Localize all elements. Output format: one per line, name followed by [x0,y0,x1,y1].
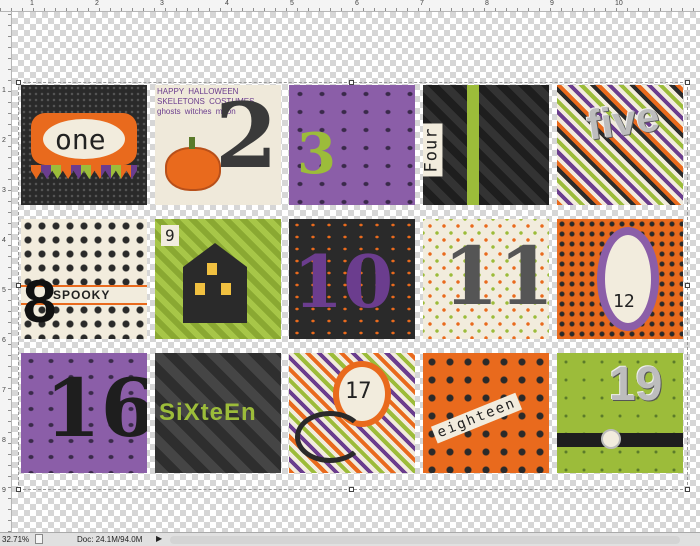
label-two: 2 [215,85,278,189]
tile-three: 3 [289,85,415,205]
ruler-mark: 7 [2,387,6,394]
label-eleven: 11 [443,229,549,323]
ruler-mark: 1 [30,0,34,7]
tile-ten: 10 [289,219,415,339]
transform-handle[interactable] [685,80,690,85]
ruler-mark: 2 [2,137,6,144]
label-nine: 9 [161,225,179,246]
ruler-mark: 2 [95,0,99,7]
label-sixteen: SiXteEn [159,399,257,426]
horizontal-ruler[interactable]: 1 2 3 4 5 6 7 8 9 10 [0,0,700,12]
tile-seventeen: 17 [289,353,415,473]
ruler-mark: 5 [290,0,294,7]
ruler-mark: 3 [2,187,6,194]
ruler-mark: 8 [2,437,6,444]
label-eighteen: eighteen [430,392,523,444]
ruler-mark: 4 [2,237,6,244]
document-canvas[interactable]: one HAPPY HALLOWEEN SKELETONS COSTUMES g… [12,12,700,532]
label-four: Four [423,123,443,177]
horizontal-scrollbar[interactable] [170,536,680,544]
label-five: five [584,92,663,149]
ruler-mark: 7 [420,0,424,7]
label-eight: 8 [23,268,57,335]
ruler-mark: 6 [2,337,6,344]
label-nineteen: 19 [609,358,663,411]
photoshop-window: 1 2 3 4 5 6 7 8 9 10 1 2 3 4 5 6 7 8 9 o… [0,0,700,546]
ruler-mark: 6 [355,0,359,7]
transform-handle[interactable] [685,283,690,288]
tile-four: Four [423,85,549,205]
tile-sixteen: SiXteEn [155,353,281,473]
ruler-mark: 1 [2,87,6,94]
tile-eleven: 11 [423,219,549,339]
zoom-level[interactable]: 32.71% [2,535,29,544]
label-seventeen: 17 [345,379,372,404]
label-ten: 10 [293,239,394,324]
tile-one: one [21,85,147,205]
ruler-mark: 5 [2,287,6,294]
ruler-mark: 9 [2,487,6,494]
tile-sixteen-bats: 16 [21,353,147,473]
label-three: 3 [297,121,336,187]
transform-handle[interactable] [16,487,21,492]
label-bats-number: 16 [45,361,147,455]
label-one: one [55,123,106,156]
tile-twelve: 12 [557,219,683,339]
doc-size[interactable]: Doc: 24.1M/94.0M [77,535,142,544]
status-icon[interactable] [35,534,43,544]
vertical-ruler[interactable]: 1 2 3 4 5 6 7 8 9 [0,12,12,532]
status-menu-arrow-icon[interactable]: ▶ [156,534,162,543]
image-area[interactable]: one HAPPY HALLOWEEN SKELETONS COSTUMES g… [16,80,690,492]
ruler-mark: 10 [615,0,623,7]
status-bar: 32.71% Doc: 24.1M/94.0M ▶ [0,532,700,546]
transform-handle[interactable] [685,487,690,492]
tile-nineteen: 19 [557,353,683,473]
ruler-mark: 9 [550,0,554,7]
tile-nine: 9 [155,219,281,339]
tile-eighteen: eighteen [423,353,549,473]
tile-eight: SPOOKY 8 [21,219,147,339]
ruler-mark: 4 [225,0,229,7]
transform-handle[interactable] [349,487,354,492]
label-twelve: 12 [613,291,635,312]
ruler-mark: 3 [160,0,164,7]
tile-five: five [557,85,683,205]
ruler-mark: 8 [485,0,489,7]
tile-two: HAPPY HALLOWEEN SKELETONS COSTUMES ghost… [155,85,281,205]
label-spooky: SPOOKY [53,288,111,302]
